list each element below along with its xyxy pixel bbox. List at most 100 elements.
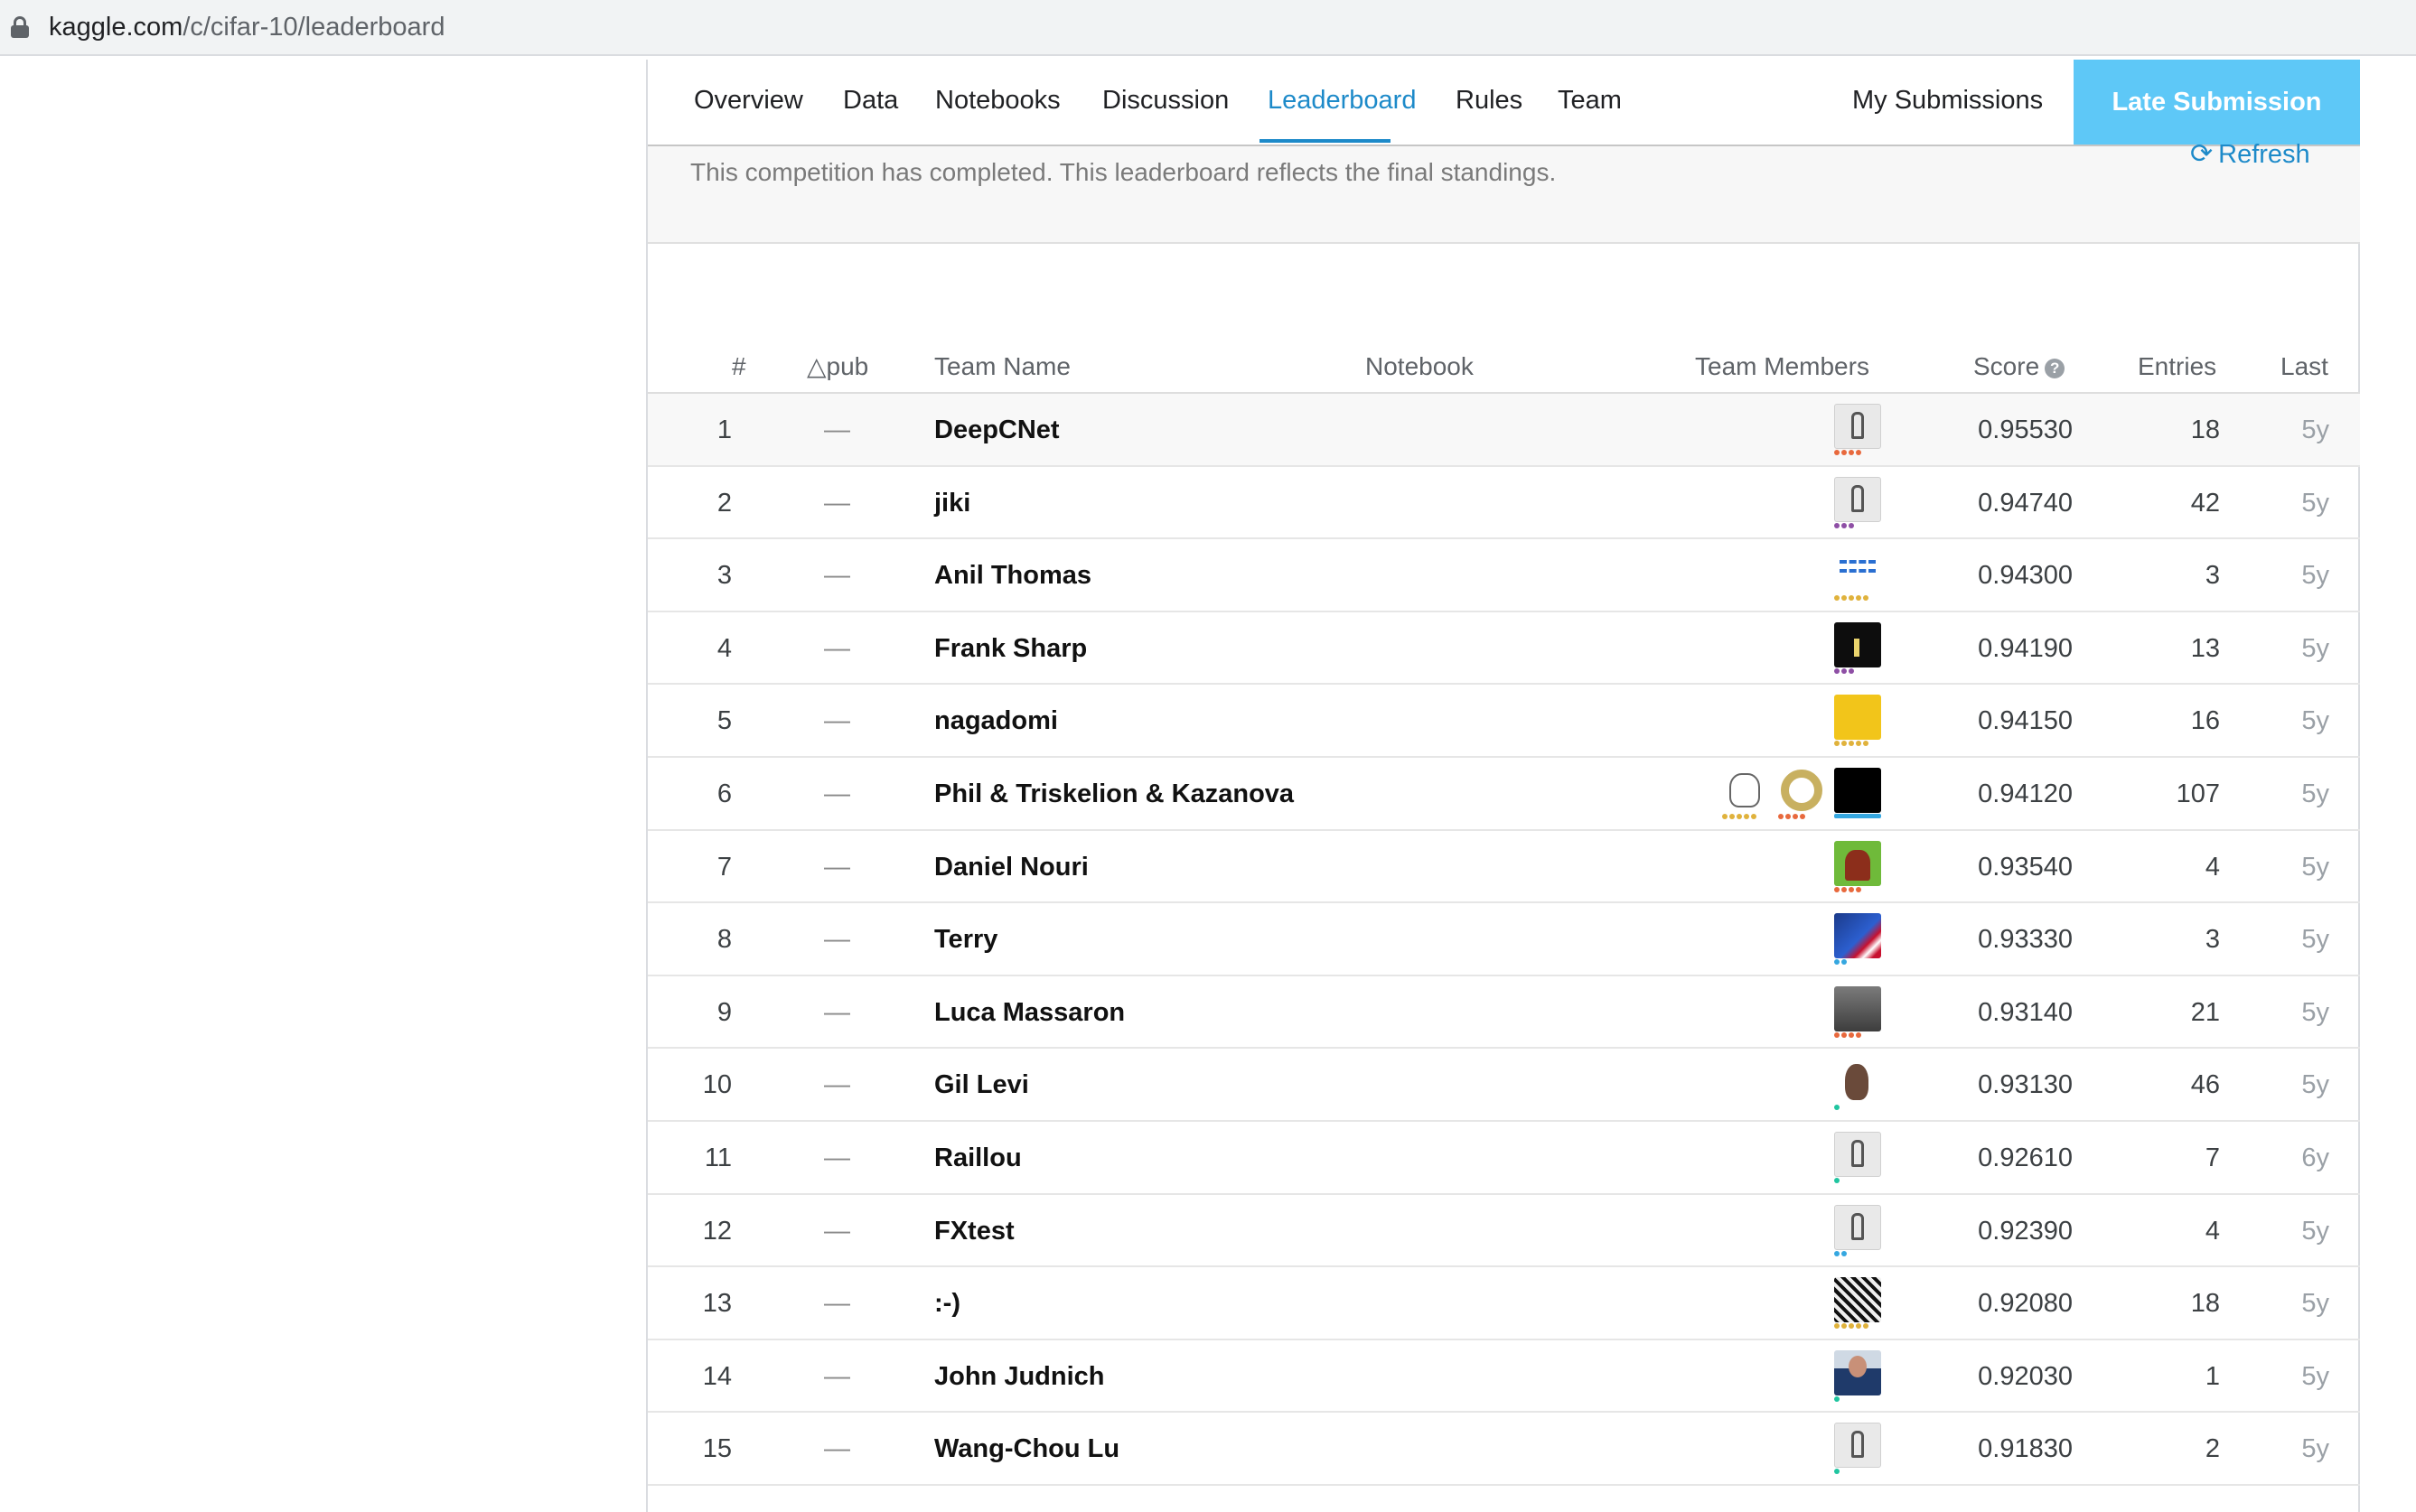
score-cell: 0.94190	[1978, 633, 2073, 663]
last-cell: 6y	[2301, 1143, 2329, 1172]
last-cell: 5y	[2301, 852, 2329, 882]
member-avatar[interactable]	[1834, 621, 1881, 674]
team-members	[1834, 1059, 1881, 1113]
team-name-link[interactable]: Luca Massaron	[934, 976, 1125, 1049]
table-row[interactable]: 3 — Anil Thomas 0.94300 3 5y	[648, 539, 2360, 612]
member-avatar[interactable]	[1834, 476, 1881, 528]
tier-dots-icon	[1834, 886, 1861, 892]
tab-leaderboard[interactable]: Leaderboard	[1268, 84, 1416, 117]
table-row[interactable]: 1 — DeepCNet 0.95530 18 5y	[648, 394, 2360, 467]
col-notebook[interactable]: Notebook	[1365, 332, 1474, 401]
team-name-link[interactable]: :-)	[934, 1267, 960, 1339]
team-members	[1834, 1204, 1881, 1259]
col-team-name[interactable]: Team Name	[934, 332, 1071, 401]
table-row[interactable]: 15 — Wang-Chou Lu 0.91830 2 5y	[648, 1413, 2360, 1486]
table-row[interactable]: 14 — John Judnich 0.92030 1 5y	[648, 1340, 2360, 1414]
tier-dot	[1793, 813, 1798, 819]
table-row[interactable]: 2 — jiki 0.94740 42 5y	[648, 467, 2360, 540]
member-avatar[interactable]	[1834, 695, 1881, 747]
tier-dots-icon	[1834, 522, 1854, 528]
tier-dot	[1849, 595, 1854, 602]
notice-text: This competition has completed. This lea…	[690, 158, 1557, 186]
col-score[interactable]: Score?	[1973, 332, 2065, 401]
member-avatar[interactable]	[1834, 1059, 1881, 1111]
tier-dot	[1849, 886, 1854, 892]
default-avatar-icon	[1834, 1131, 1881, 1177]
tab-discussion[interactable]: Discussion	[1102, 84, 1229, 117]
member-avatar[interactable]	[1834, 549, 1881, 602]
man-avatar-icon	[1834, 1349, 1881, 1395]
member-avatar[interactable]	[1834, 1204, 1881, 1256]
col-entries[interactable]: Entries	[2138, 332, 2216, 401]
team-name-link[interactable]: jiki	[934, 467, 970, 539]
triskelion-avatar-icon	[1778, 767, 1825, 813]
member-avatar[interactable]	[1834, 767, 1881, 818]
url-text[interactable]: kaggle.com/c/cifar-10/leaderboard	[49, 11, 445, 43]
tier-dots-icon	[1834, 1105, 1840, 1111]
tier-dot	[1834, 1323, 1840, 1330]
tier-dot	[1841, 522, 1847, 528]
team-name-link[interactable]: Daniel Nouri	[934, 831, 1089, 903]
active-tab-indicator	[1260, 139, 1391, 143]
tier-dot	[1856, 886, 1861, 892]
col-team-members[interactable]: Team Members	[1695, 332, 1869, 401]
table-row[interactable]: 10 — Gil Levi 0.93130 46 5y	[648, 1049, 2360, 1122]
table-row[interactable]: 12 — FXtest 0.92390 4 5y	[648, 1195, 2360, 1268]
team-name-link[interactable]: FXtest	[934, 1195, 1015, 1267]
rank-cell: 14	[702, 1361, 732, 1391]
table-row[interactable]: 11 — Raillou 0.92610 7 6y	[648, 1122, 2360, 1195]
tier-dot	[1834, 1395, 1840, 1402]
member-avatar[interactable]	[1834, 913, 1881, 966]
table-row[interactable]: 8 — Terry 0.93330 3 5y	[648, 903, 2360, 976]
member-avatar[interactable]	[1834, 404, 1881, 455]
member-avatar[interactable]	[1834, 1423, 1881, 1475]
entries-cell: 46	[2190, 1070, 2220, 1100]
member-avatar[interactable]	[1834, 840, 1881, 892]
tier-dots-icon	[1834, 1177, 1840, 1183]
team-name-link[interactable]: nagadomi	[934, 685, 1058, 757]
delta-cell: —	[824, 997, 850, 1027]
question-circle-icon[interactable]: ?	[2045, 359, 2065, 378]
table-row[interactable]: 6 — Phil & Triskelion & Kazanova 0.94120 107…	[648, 758, 2360, 831]
tab-data[interactable]: Data	[843, 84, 898, 117]
team-name-link[interactable]: DeepCNet	[934, 394, 1060, 466]
member-avatar[interactable]	[1834, 1131, 1881, 1183]
table-row[interactable]: 4 — Frank Sharp 0.94190 13 5y	[648, 612, 2360, 686]
team-name-link[interactable]: Frank Sharp	[934, 612, 1087, 685]
tab-overview[interactable]: Overview	[694, 84, 803, 117]
late-submission-button[interactable]: Late Submission	[2074, 60, 2360, 145]
tier-dot	[1834, 1031, 1840, 1038]
team-name-link[interactable]: John Judnich	[934, 1340, 1105, 1413]
col-rank[interactable]: #	[732, 332, 746, 401]
entries-cell: 13	[2190, 633, 2220, 663]
member-avatar[interactable]	[1834, 1349, 1881, 1402]
browser-address-bar[interactable]: kaggle.com/c/cifar-10/leaderboard	[0, 0, 2416, 56]
team-name-link[interactable]: Wang-Chou Lu	[934, 1413, 1119, 1485]
tab-notebooks[interactable]: Notebooks	[935, 84, 1061, 117]
team-name-link[interactable]: Gil Levi	[934, 1049, 1029, 1121]
member-avatar[interactable]	[1778, 767, 1825, 819]
team-name-link[interactable]: Raillou	[934, 1122, 1022, 1194]
col-delta[interactable]: △pub	[807, 332, 868, 401]
team-name-link[interactable]: Phil & Triskelion & Kazanova	[934, 758, 1294, 830]
last-cell: 5y	[2301, 633, 2329, 663]
tier-dot	[1856, 450, 1861, 455]
member-avatar[interactable]	[1834, 985, 1881, 1038]
member-avatar[interactable]	[1834, 1277, 1881, 1330]
last-cell: 5y	[2301, 488, 2329, 518]
table-row[interactable]: 9 — Luca Massaron 0.93140 21 5y	[648, 976, 2360, 1050]
tier-dot	[1841, 886, 1847, 892]
table-row[interactable]: 13 —:-) 0.92080 18 5y	[648, 1267, 2360, 1340]
col-last[interactable]: Last	[2280, 332, 2328, 401]
team-name-link[interactable]: Terry	[934, 903, 997, 975]
team-name-link[interactable]: Anil Thomas	[934, 539, 1091, 611]
rank-cell: 3	[716, 561, 732, 591]
tab-team[interactable]: Team	[1558, 84, 1622, 117]
tier-dot	[1849, 1031, 1854, 1038]
refresh-button[interactable]: ⟳ Refresh	[2190, 139, 2310, 170]
my-submissions-link[interactable]: My Submissions	[1852, 84, 2043, 117]
tab-rules[interactable]: Rules	[1456, 84, 1522, 117]
table-row[interactable]: 5 — nagadomi 0.94150 16 5y	[648, 685, 2360, 758]
table-row[interactable]: 7 — Daniel Nouri 0.93540 4 5y	[648, 831, 2360, 904]
member-avatar[interactable]	[1722, 767, 1769, 819]
